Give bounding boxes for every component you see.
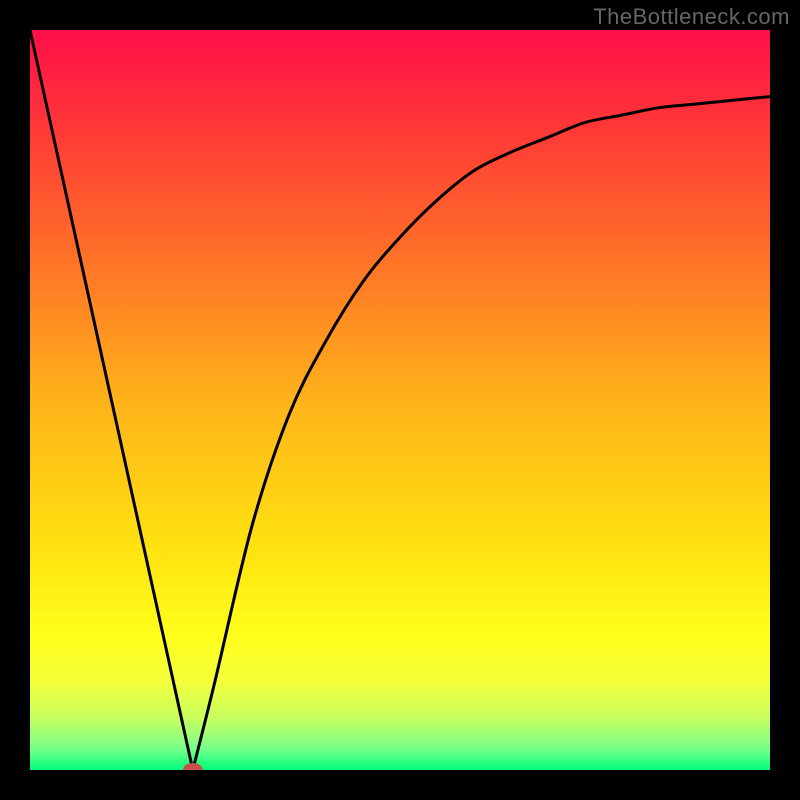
- watermark: TheBottleneck.com: [593, 4, 790, 30]
- chart-frame: TheBottleneck.com: [0, 0, 800, 800]
- chart-svg: [30, 30, 770, 770]
- plot-area: [30, 30, 770, 770]
- background-gradient: [30, 30, 770, 770]
